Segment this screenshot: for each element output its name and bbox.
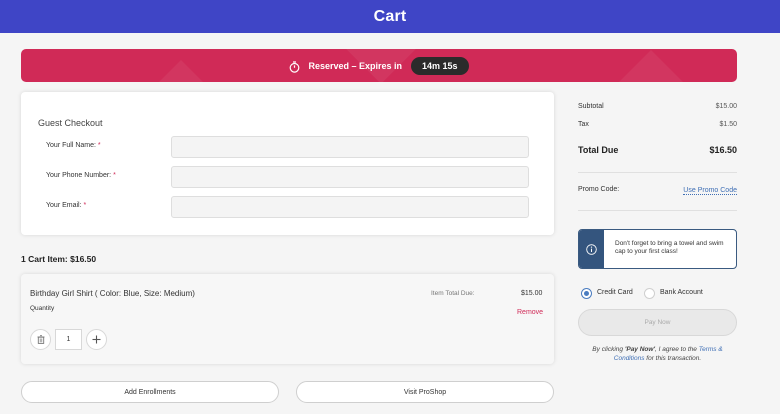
timer-icon bbox=[289, 60, 300, 73]
promo-code-label: Promo Code: bbox=[578, 186, 620, 193]
subtotal-value: $15.00 bbox=[715, 103, 737, 110]
page-title: Cart bbox=[373, 7, 407, 25]
divider bbox=[578, 210, 737, 211]
total-due-value: $16.50 bbox=[709, 145, 737, 155]
tax-label: Tax bbox=[578, 121, 589, 128]
tax-value: $1.50 bbox=[719, 121, 737, 128]
item-total-label: Item Total Due: bbox=[431, 290, 475, 297]
promo-code-link[interactable]: Use Promo Code bbox=[683, 187, 737, 195]
full-name-field[interactable] bbox=[171, 136, 529, 158]
credit-card-radio[interactable] bbox=[581, 288, 592, 299]
phone-field[interactable] bbox=[171, 166, 529, 188]
notice-box: Don't forget to bring a towel and swim c… bbox=[578, 229, 737, 269]
bank-account-radio[interactable] bbox=[644, 288, 655, 299]
item-total-value: $15.00 bbox=[521, 290, 543, 297]
cart-item: Birthday Girl Shirt ( Color: Blue, Size:… bbox=[21, 274, 554, 364]
phone-label: Your Phone Number: * bbox=[46, 172, 116, 179]
bank-account-label: Bank Account bbox=[660, 289, 703, 296]
divider bbox=[578, 172, 737, 173]
guest-checkout-card: Guest Checkout Your Full Name: * Your Ph… bbox=[21, 92, 554, 235]
quantity-label: Quantity bbox=[30, 305, 55, 312]
full-name-label: Your Full Name: * bbox=[46, 142, 101, 149]
increment-button[interactable] bbox=[86, 329, 107, 350]
total-due-label: Total Due bbox=[578, 145, 619, 155]
reserved-label: Reserved – Expires in bbox=[308, 60, 403, 71]
top-bar: Cart bbox=[0, 0, 780, 33]
countdown-badge: 14m 15s bbox=[411, 56, 469, 75]
pay-now-button[interactable]: Pay Now bbox=[578, 309, 737, 336]
banner-decoration bbox=[82, 60, 280, 82]
email-field[interactable] bbox=[171, 196, 529, 218]
subtotal-label: Subtotal bbox=[578, 103, 604, 110]
quantity-input[interactable]: 1 bbox=[55, 329, 82, 350]
add-enrollments-button[interactable]: Add Enrollments bbox=[21, 381, 279, 403]
info-icon bbox=[586, 243, 597, 255]
plus-icon bbox=[92, 335, 101, 344]
credit-card-label: Credit Card bbox=[597, 289, 633, 296]
cart-item-count: 1 Cart Item: $16.50 bbox=[21, 254, 97, 264]
terms-text: By clicking 'Pay Now', I agree to the Te… bbox=[592, 346, 723, 362]
visit-proshop-button[interactable]: Visit ProShop bbox=[296, 381, 554, 403]
trash-icon bbox=[37, 335, 44, 344]
guest-checkout-title: Guest Checkout bbox=[38, 118, 103, 128]
reservation-banner: Reserved – Expires in 14m 15s bbox=[21, 49, 737, 82]
email-label: Your Email: * bbox=[46, 202, 87, 209]
remove-link[interactable]: Remove bbox=[517, 309, 543, 316]
item-name: Birthday Girl Shirt ( Color: Blue, Size:… bbox=[30, 289, 195, 298]
trash-button[interactable] bbox=[30, 329, 51, 350]
notice-text: Don't forget to bring a towel and swim c… bbox=[615, 240, 724, 255]
banner-decoration bbox=[552, 50, 737, 82]
notice-stripe bbox=[579, 230, 604, 268]
